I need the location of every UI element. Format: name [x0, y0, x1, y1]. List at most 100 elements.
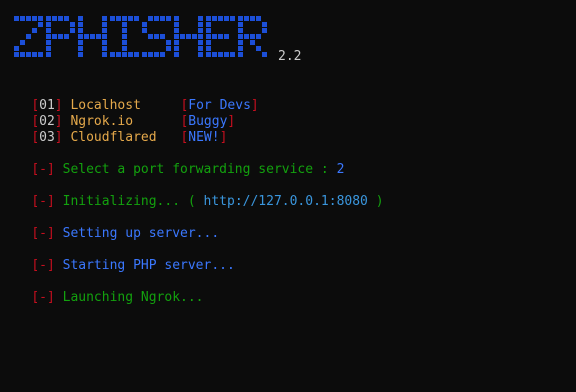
logo-letter-h	[174, 16, 203, 57]
logo-pixel	[238, 28, 243, 33]
logo-pixel	[52, 16, 57, 21]
logo-pixel	[78, 16, 83, 21]
logo-pixel	[64, 34, 69, 39]
logo-pixel	[154, 52, 159, 57]
logo-pixel	[174, 52, 179, 57]
logo-pixel	[90, 34, 95, 39]
prompt-input-value[interactable]: 2	[337, 162, 345, 177]
logo-pixel	[250, 34, 255, 39]
logo-pixel	[122, 28, 127, 33]
logo-pixel	[142, 52, 147, 57]
logo-pixel	[198, 28, 203, 33]
logo-pixel	[224, 16, 229, 21]
logo-pixel	[262, 52, 267, 57]
logo-pixel	[198, 40, 203, 45]
logo-pixel	[110, 52, 115, 57]
logo-pixel	[198, 34, 203, 39]
logo-pixel	[212, 34, 217, 39]
logo-pixel	[116, 16, 121, 21]
logo-pixel	[142, 22, 147, 27]
logo-pixel	[160, 16, 165, 21]
logo-pixel	[102, 40, 107, 45]
logo-pixel	[78, 22, 83, 27]
logo-pixel	[102, 16, 107, 21]
logo-pixel	[122, 22, 127, 27]
log-suffix: )	[375, 194, 384, 209]
logo-pixel	[78, 34, 83, 39]
logo-pixel	[78, 52, 83, 57]
logo-letter-z	[14, 16, 43, 57]
logo-pixel	[46, 40, 51, 45]
logo-pixel	[96, 34, 101, 39]
logo-pixel	[166, 16, 171, 21]
terminal-window[interactable]: 2.2 [01] Localhost [For Devs] [02] Ngrok.…	[0, 0, 576, 392]
logo-pixel	[238, 40, 243, 45]
logo-pixel	[206, 46, 211, 51]
logo-pixel	[46, 46, 51, 51]
logo-pixel	[186, 34, 191, 39]
logo-pixel	[134, 16, 139, 21]
logo-pixel	[78, 46, 83, 51]
logo-pixel	[142, 28, 147, 33]
logo-pixel	[166, 40, 171, 45]
logo-pixel	[84, 34, 89, 39]
logo-pixel	[26, 34, 31, 39]
logo-pixel	[174, 34, 179, 39]
option-number: 03	[39, 130, 55, 145]
zphisher-logo	[14, 16, 272, 60]
logo-pixel	[198, 46, 203, 51]
logo-pixel	[174, 22, 179, 27]
logo-pixel	[238, 34, 243, 39]
logo-pixel	[14, 52, 19, 57]
logo-pixel	[206, 40, 211, 45]
status-marker: -	[39, 290, 47, 305]
logo-pixel	[46, 34, 51, 39]
logo-pixel	[218, 52, 223, 57]
logo-pixel	[70, 22, 75, 27]
logo-pixel	[46, 28, 51, 33]
logo-pixel	[128, 16, 133, 21]
logo-pixel	[148, 34, 153, 39]
logo-pixel	[206, 16, 211, 21]
logo-pixel	[256, 46, 261, 51]
logo-pixel	[102, 52, 107, 57]
localhost-url: http://127.0.0.1:8080	[203, 194, 368, 209]
logo-pixel	[250, 40, 255, 45]
log-text: Initializing... (	[62, 194, 196, 209]
logo-pixel	[262, 28, 267, 33]
logo-pixel	[244, 34, 249, 39]
logo-pixel	[38, 16, 43, 21]
logo-pixel	[110, 16, 115, 21]
logo-pixel	[174, 16, 179, 21]
logo-art	[14, 16, 267, 57]
logo-letter-e	[206, 16, 235, 57]
logo-pixel	[198, 52, 203, 57]
logo-pixel	[116, 52, 121, 57]
logo-letter-i	[110, 16, 139, 57]
logo-pixel	[14, 46, 19, 51]
logo-pixel	[102, 22, 107, 27]
log-text: Setting up server...	[62, 226, 220, 241]
logo-pixel	[154, 16, 159, 21]
option-tag: NEW!	[188, 130, 220, 145]
logo-pixel	[218, 34, 223, 39]
logo-pixel	[148, 16, 153, 21]
logo-pixel	[20, 40, 25, 45]
status-marker: -	[39, 258, 47, 273]
logo-letter-r	[238, 16, 267, 57]
logo-pixel	[256, 34, 261, 39]
logo-pixel	[206, 52, 211, 57]
logo-pixel	[174, 28, 179, 33]
logo-pixel	[250, 16, 255, 21]
logo-pixel	[230, 16, 235, 21]
logo-pixel	[174, 46, 179, 51]
log-launching-ngrok: [-] Launching Ngrok...	[31, 290, 204, 305]
logo-pixel	[78, 40, 83, 45]
logo-pixel	[206, 34, 211, 39]
logo-letter-s	[142, 16, 171, 57]
logo-pixel	[20, 52, 25, 57]
status-marker: -	[39, 194, 47, 209]
logo-pixel	[122, 52, 127, 57]
log-text: Launching Ngrok...	[62, 290, 204, 305]
version-label: 2.2	[278, 49, 302, 64]
